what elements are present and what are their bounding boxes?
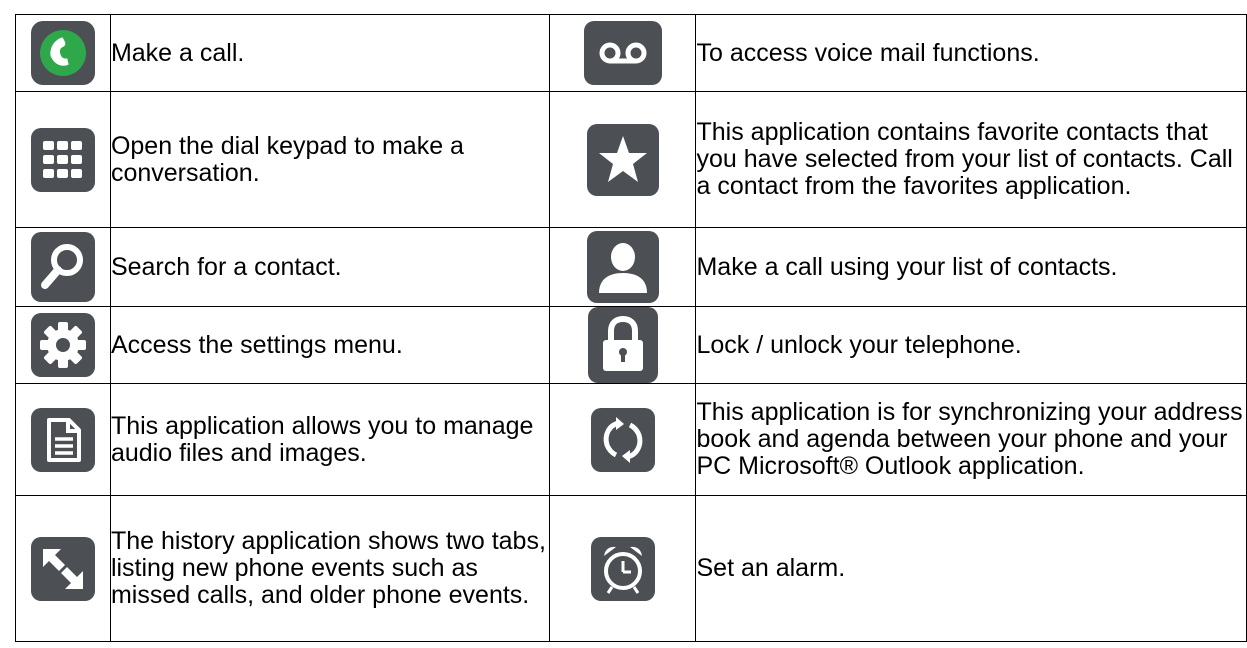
voicemail-icon xyxy=(583,21,662,85)
description-text: To access voice mail functions. xyxy=(696,38,1040,67)
description-cell: Set an alarm. xyxy=(695,495,1247,642)
table-row: Access the settings menu. Lock / unlock … xyxy=(15,306,1247,384)
description-cell: Make a call using your list of contacts. xyxy=(695,227,1247,307)
icon-cell xyxy=(548,383,697,496)
description-text: This application allows you to manage au… xyxy=(110,411,534,467)
description-text: Open the dial keypad to make a conversat… xyxy=(110,131,464,187)
description-cell: Search for a contact. xyxy=(109,227,550,307)
document-icon xyxy=(30,407,95,472)
description-cell: This application contains favorite conta… xyxy=(695,91,1247,228)
icon-description-table: Make a call. To access voice mail functi… xyxy=(15,14,1247,642)
lock-icon xyxy=(587,307,658,383)
alarm-clock-icon xyxy=(590,536,655,601)
description-text: Make a call. xyxy=(110,38,245,67)
description-text: This application contains favorite conta… xyxy=(696,118,1233,200)
gear-icon xyxy=(30,313,95,377)
keypad-icon xyxy=(30,127,95,192)
icon-cell xyxy=(15,306,111,384)
table-row: This application allows you to manage au… xyxy=(15,383,1247,496)
table-row: Search for a contact. Make a call using … xyxy=(15,227,1247,307)
icon-cell xyxy=(548,495,697,642)
icon-cell xyxy=(15,91,111,228)
history-arrows-icon xyxy=(30,536,95,601)
icon-cell xyxy=(548,91,697,228)
description-text: Set an alarm. xyxy=(696,554,846,582)
phone-icon xyxy=(30,21,95,85)
description-text: Make a call using your list of contacts. xyxy=(696,252,1118,281)
description-cell: This application is for synchronizing yo… xyxy=(695,383,1247,496)
description-text: Access the settings menu. xyxy=(110,330,403,359)
search-icon xyxy=(30,232,95,302)
description-cell: Make a call. xyxy=(109,14,550,92)
description-text: Search for a contact. xyxy=(110,252,342,281)
description-cell: This application allows you to manage au… xyxy=(109,383,550,496)
table-row: Make a call. To access voice mail functi… xyxy=(15,14,1247,92)
icon-cell xyxy=(15,14,111,92)
description-cell: The history application shows two tabs, … xyxy=(109,495,550,642)
description-cell: To access voice mail functions. xyxy=(695,14,1247,92)
contact-icon xyxy=(586,231,659,303)
icon-cell xyxy=(15,495,111,642)
description-cell: Open the dial keypad to make a conversat… xyxy=(109,91,550,228)
icon-cell xyxy=(548,227,697,307)
table-row: The history application shows two tabs, … xyxy=(15,495,1247,642)
description-text: The history application shows two tabs, … xyxy=(110,527,546,609)
icon-cell xyxy=(15,227,111,307)
description-cell: Access the settings menu. xyxy=(109,306,550,384)
table-row: Open the dial keypad to make a conversat… xyxy=(15,91,1247,228)
icon-cell xyxy=(15,383,111,496)
icon-cell xyxy=(548,14,697,92)
star-icon xyxy=(586,123,659,196)
description-text: This application is for synchronizing yo… xyxy=(696,398,1243,480)
description-cell: Lock / unlock your telephone. xyxy=(695,306,1247,384)
sync-icon xyxy=(590,407,655,472)
description-text: Lock / unlock your telephone. xyxy=(696,330,1022,359)
icon-cell xyxy=(548,306,697,384)
